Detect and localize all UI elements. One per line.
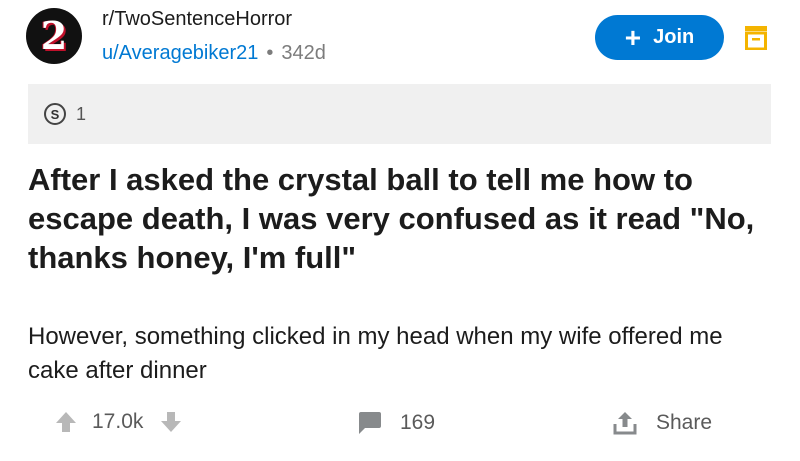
share-label: Share bbox=[656, 411, 713, 434]
award-icon[interactable]: S bbox=[44, 103, 66, 125]
author-link[interactable]: u/Averagebiker21 bbox=[102, 42, 258, 64]
join-button[interactable]: + Join bbox=[595, 15, 724, 60]
comment-count: 169 bbox=[400, 411, 436, 434]
comment-icon bbox=[359, 412, 381, 434]
downvote-icon[interactable] bbox=[159, 410, 183, 434]
share-icon bbox=[613, 412, 637, 435]
post-title[interactable]: After I asked the crystal ball to tell m… bbox=[28, 160, 773, 277]
share-button[interactable]: Share bbox=[612, 410, 712, 436]
meta-separator: • bbox=[266, 42, 274, 64]
award-count: 1 bbox=[76, 103, 87, 124]
vote-group: 17.0k bbox=[54, 410, 183, 434]
post-meta: u/Averagebiker21 • 342d bbox=[102, 42, 326, 65]
avatar-text: 2 bbox=[40, 13, 68, 58]
join-button-label: Join bbox=[653, 26, 695, 48]
save-icon[interactable] bbox=[745, 26, 767, 50]
upvote-icon[interactable] bbox=[54, 410, 78, 434]
action-bar: 17.0k 169 Share bbox=[0, 408, 800, 448]
post-body: However, something clicked in my head wh… bbox=[28, 323, 723, 384]
subreddit-avatar[interactable]: 2 bbox=[26, 8, 82, 64]
award-bar: S 1 bbox=[28, 84, 771, 144]
post-age: 342d bbox=[281, 42, 326, 64]
comments-button[interactable]: 169 bbox=[356, 410, 435, 436]
vote-score: 17.0k bbox=[92, 410, 144, 433]
subreddit-name[interactable]: r/TwoSentenceHorror bbox=[102, 8, 292, 31]
plus-icon: + bbox=[624, 21, 642, 53]
